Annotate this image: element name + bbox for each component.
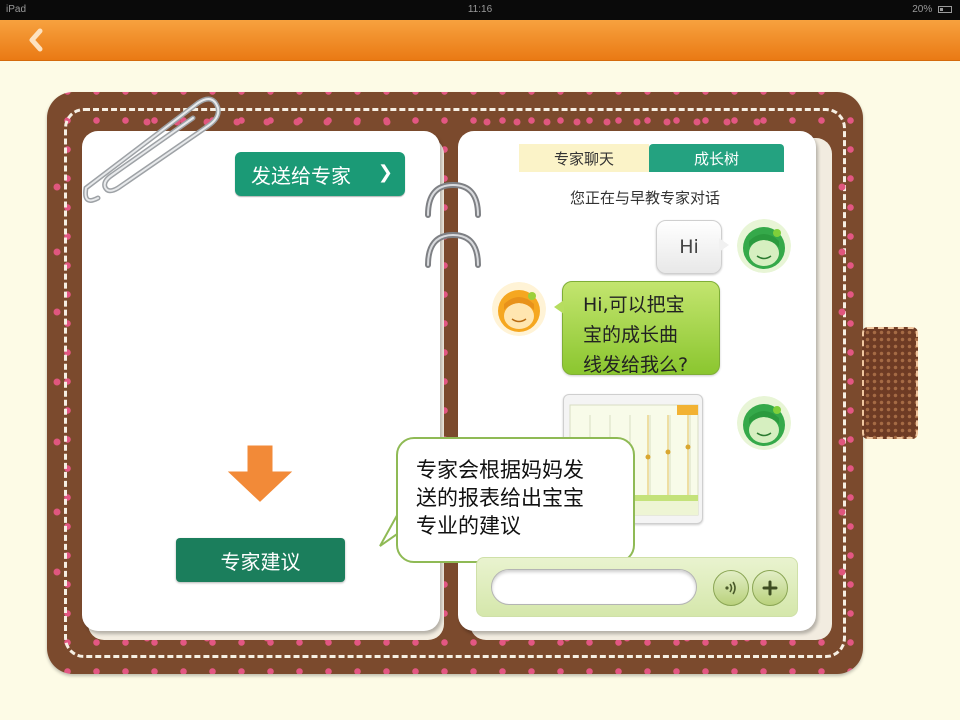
add-button[interactable] [752, 570, 788, 606]
right-page-tabs: 专家聊天 成长树 [519, 144, 784, 172]
bubble-tail [554, 300, 564, 314]
paperclip-icon [83, 96, 221, 203]
expert-advice-label: 专家建议 [220, 549, 301, 574]
callout-line-1: 专家会根据妈妈发 [416, 459, 584, 482]
notebook-strap [862, 327, 918, 439]
user-message-bubble: Hi [656, 220, 722, 274]
user-avatar [737, 219, 791, 273]
battery-icon [938, 6, 952, 13]
expert-avatar [492, 282, 546, 336]
arrow-down-icon [220, 442, 300, 507]
binder-rings [425, 181, 481, 268]
chevron-right-icon: ❯ [377, 162, 393, 183]
battery-status: 20% [912, 4, 952, 15]
clock: 11:16 [467, 4, 493, 15]
user-avatar [737, 396, 791, 450]
chevron-left-icon [29, 28, 43, 52]
tab-expert-chat[interactable]: 专家聊天 [519, 144, 649, 172]
tab-growth-tree-label: 成长树 [693, 149, 739, 168]
status-bar: iPad 11:16 20% [0, 0, 960, 20]
battery-percent: 20% [912, 4, 933, 15]
message-input[interactable] [491, 569, 697, 605]
message-composer [476, 557, 798, 617]
bubble-tail [719, 238, 729, 252]
voice-button[interactable] [713, 570, 749, 606]
tab-growth-tree[interactable]: 成长树 [649, 144, 784, 172]
back-button[interactable] [22, 25, 52, 55]
voice-icon [725, 581, 736, 595]
plus-icon [762, 580, 778, 596]
message-line-3: 线发给我么? [583, 354, 689, 376]
send-to-expert-button[interactable]: 发送给专家 ❯ [235, 152, 405, 196]
expert-advice-button[interactable]: 专家建议 [176, 538, 345, 582]
expert-message-bubble: Hi,可以把宝 宝的成长曲 线发给我么? [562, 281, 720, 376]
message-line-1: Hi,可以把宝 [583, 294, 685, 316]
nav-bar [0, 20, 960, 61]
message-line-2: 宝的成长曲 [583, 324, 679, 346]
send-to-expert-label: 发送给专家 [251, 163, 351, 188]
tab-expert-chat-label: 专家聊天 [553, 149, 614, 168]
message-text: Hi [679, 236, 699, 258]
callout-line-2: 送的报表给出宝宝 [416, 487, 584, 510]
callout-line-3: 专业的建议 [416, 515, 521, 538]
chat-header: 您正在与早教专家对话 [569, 189, 720, 207]
tutorial-callout: 专家会根据妈妈发 送的报表给出宝宝 专业的建议 [396, 437, 635, 563]
